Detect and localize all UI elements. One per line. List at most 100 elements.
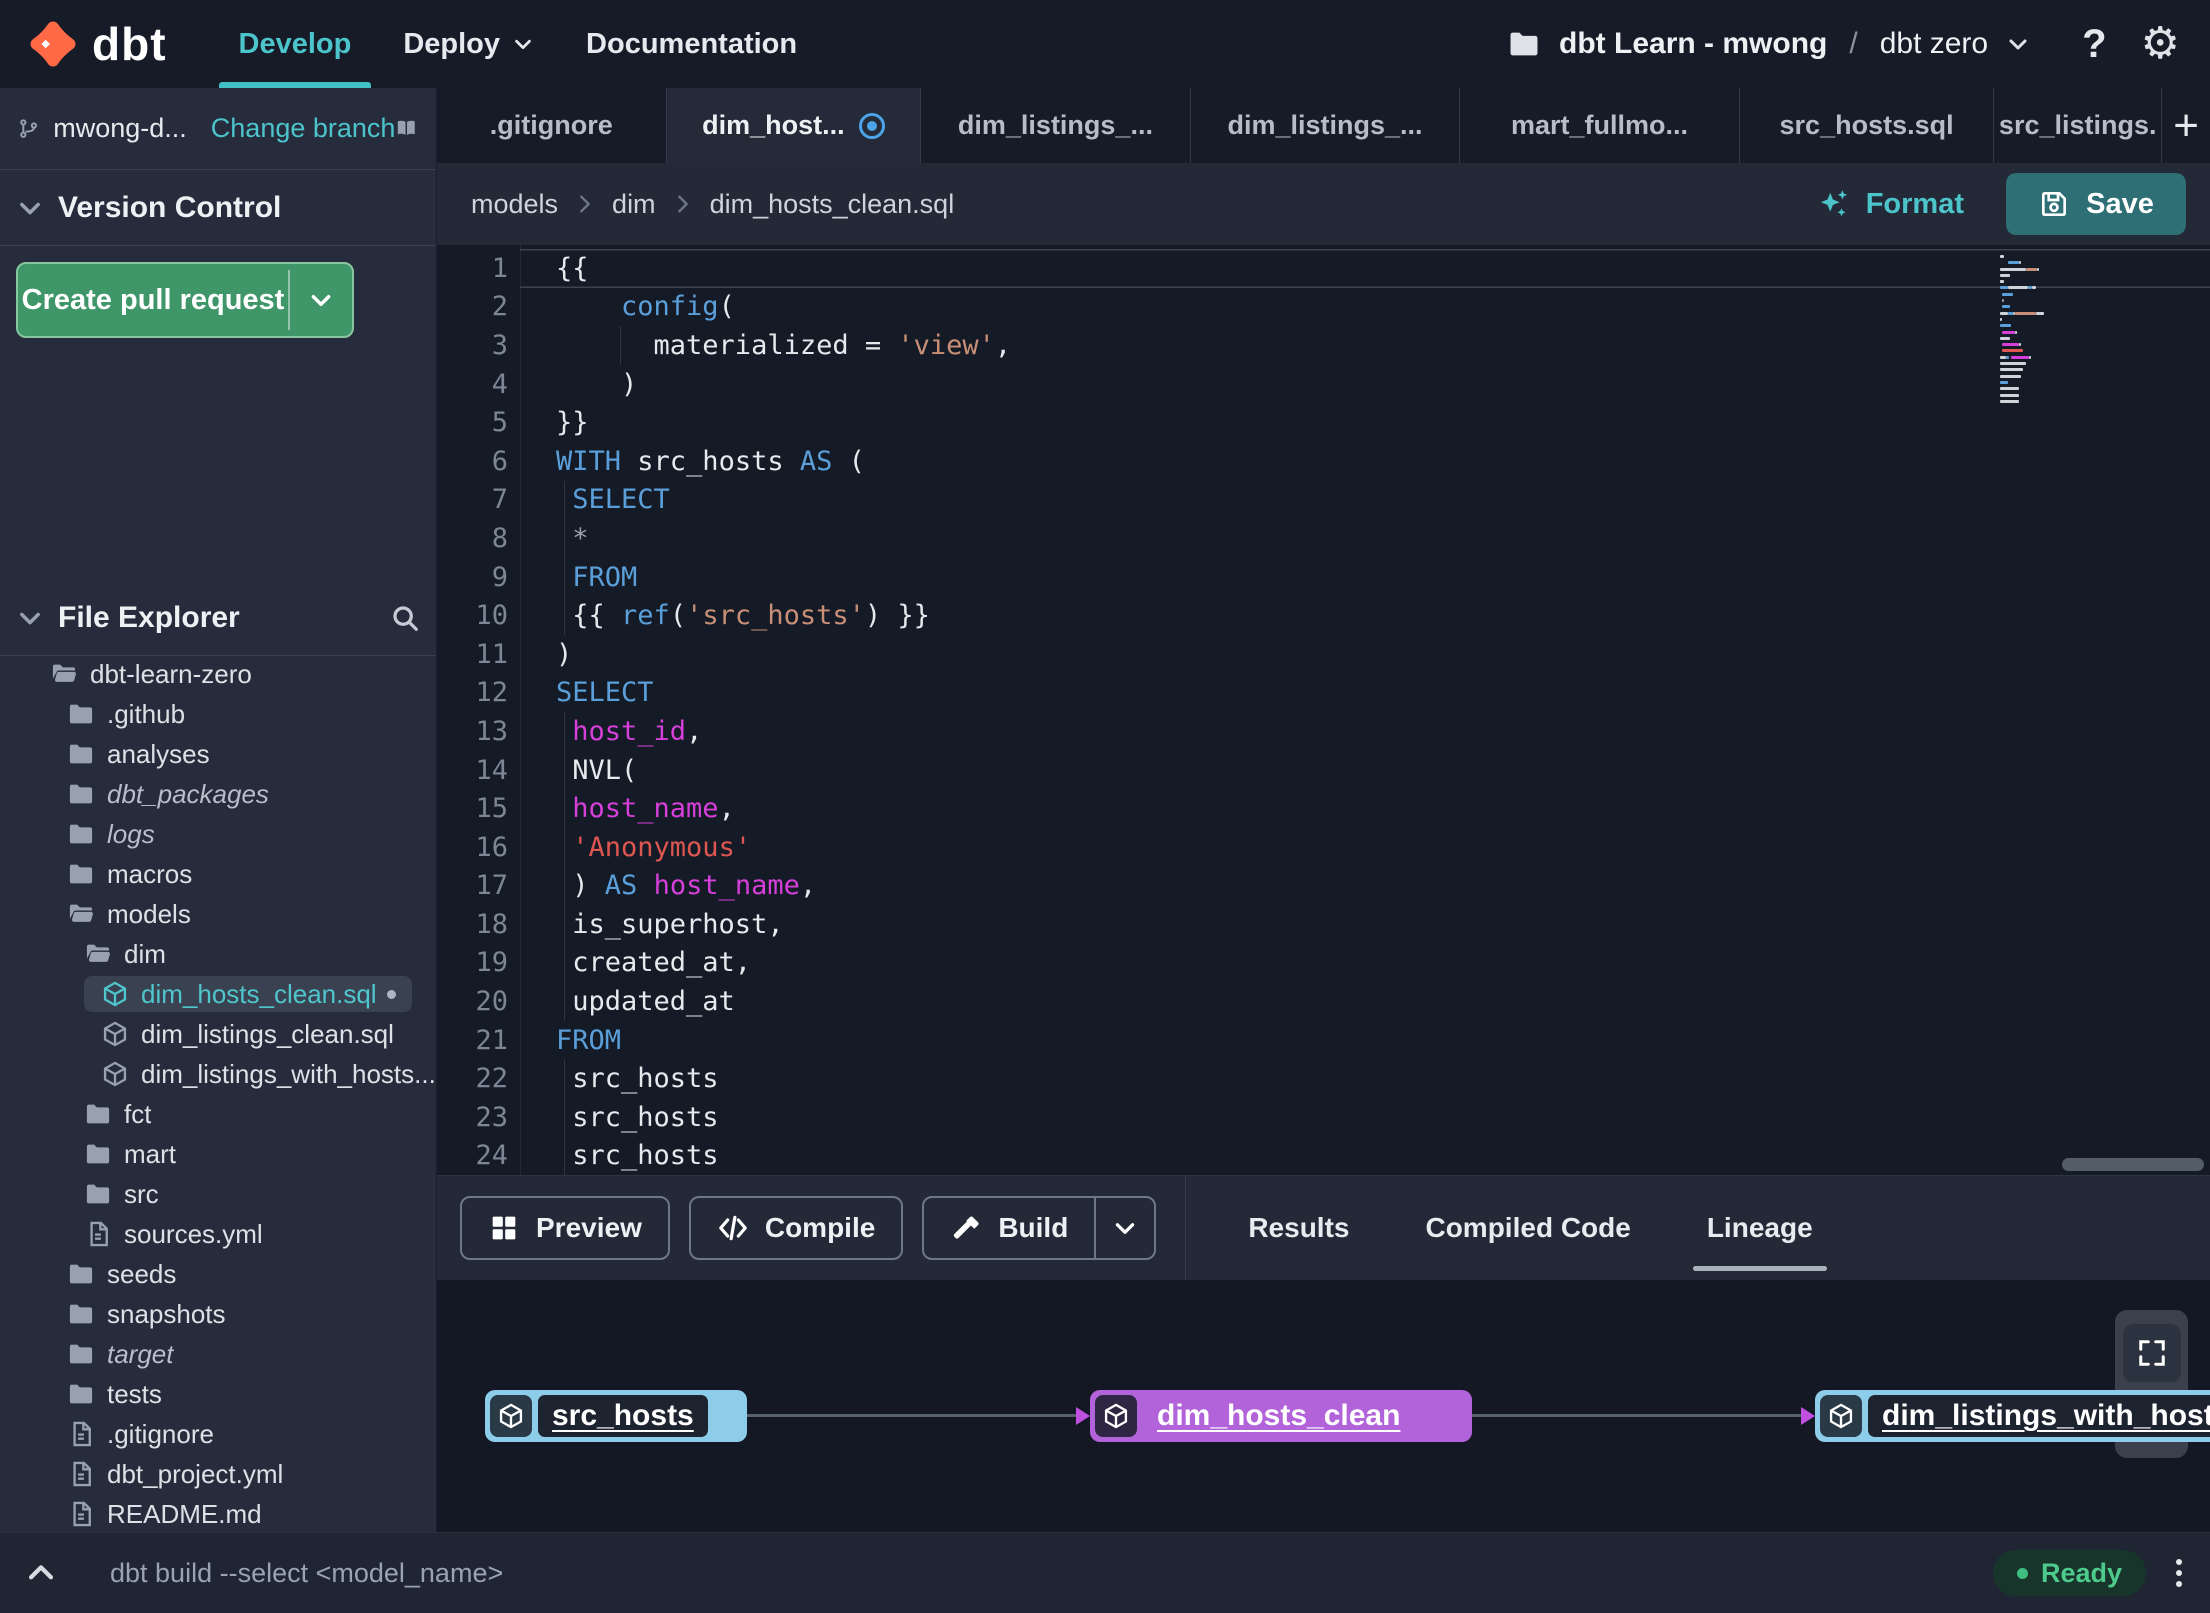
build-button[interactable]: Build <box>922 1196 1157 1260</box>
code-line[interactable]: 1 {{ <box>437 249 2210 288</box>
file-explorer-header[interactable]: File Explorer <box>0 580 436 656</box>
file-tree-item[interactable]: macros <box>0 854 436 894</box>
editor-tab[interactable]: dim_listings_... <box>1191 88 1461 163</box>
kebab-menu-icon[interactable] <box>2172 1555 2186 1591</box>
file-tree-item[interactable]: logs <box>0 814 436 854</box>
code-line[interactable]: 5}} <box>437 403 2210 442</box>
file-tree-item[interactable]: models <box>0 894 436 934</box>
code-line[interactable]: 9 FROM <box>437 557 2210 597</box>
lineage-panel[interactable]: src_hosts dim_hosts_clean dim_listings_wit… <box>437 1280 2210 1532</box>
indent-guide <box>564 1136 565 1175</box>
save-button[interactable]: Save <box>2006 173 2186 235</box>
file-tree-item[interactable]: dim <box>0 934 436 974</box>
code-line[interactable]: 6 WITH src_hosts AS ( <box>437 442 2210 481</box>
file-tree-item[interactable]: snapshots <box>0 1294 436 1334</box>
help-icon[interactable]: ? <box>2082 22 2106 67</box>
chevron-down-icon[interactable] <box>16 604 44 632</box>
new-tab-button[interactable]: + <box>2162 88 2210 163</box>
environment-name[interactable]: dbt zero <box>1880 27 1988 61</box>
code-token: SELECT <box>556 677 654 709</box>
lineage-node[interactable]: src_hosts <box>485 1390 747 1442</box>
code-line[interactable]: 14 NVL( <box>437 750 2210 790</box>
file-tree-item[interactable]: dbt_packages <box>0 774 436 814</box>
code-line[interactable]: 21 FROM <box>437 1021 2210 1060</box>
tab-lineage[interactable]: Lineage <box>1692 1176 1827 1280</box>
editor-tab[interactable]: src_hosts.sql <box>1740 88 1995 163</box>
editor-tab[interactable]: src_listings. <box>1994 88 2163 163</box>
chevron-down-icon[interactable] <box>1096 1198 1154 1258</box>
fullscreen-icon[interactable] <box>2122 1324 2181 1382</box>
tab-compiled-code[interactable]: Compiled Code <box>1425 1176 1630 1280</box>
code-line[interactable]: 18 is_superhost, <box>437 905 2210 944</box>
editor-tab[interactable]: dim_listings_... <box>921 88 1191 163</box>
file-tree-item[interactable]: dbt-learn-zero <box>0 654 436 694</box>
file-tree-item[interactable]: mart <box>0 1134 436 1174</box>
code-line[interactable]: 19 created_at, <box>437 943 2210 983</box>
code-line[interactable]: 23 src_hosts <box>437 1098 2210 1137</box>
minimap[interactable] <box>2000 255 2062 406</box>
code-area[interactable]: 1{{2 config(3 materialized = 'view', 4 ) 5… <box>437 245 2210 1175</box>
code-line[interactable]: 7 SELECT <box>437 480 2210 520</box>
chevron-down-icon[interactable] <box>16 194 44 222</box>
nav-item-develop[interactable]: Develop <box>213 0 378 88</box>
file-tree-item[interactable]: target <box>0 1334 436 1374</box>
code-line[interactable]: 22 src_hosts <box>437 1059 2210 1099</box>
code-line[interactable]: 13 host_id, <box>437 712 2210 751</box>
code-line[interactable]: 15 host_name, <box>437 789 2210 828</box>
code-line[interactable]: 12 SELECT <box>437 674 2210 713</box>
file-tree-item[interactable]: seeds <box>0 1254 436 1294</box>
gear-icon[interactable]: ⚙ <box>2141 22 2180 66</box>
lineage-node[interactable]: dim_hosts_clean <box>1090 1390 1472 1442</box>
code-line[interactable]: 16 'Anonymous' <box>437 827 2210 867</box>
breadcrumb-item[interactable]: dim <box>612 189 656 220</box>
code-line[interactable]: 3 materialized = 'view', <box>437 326 2210 365</box>
command-hint[interactable]: dbt build --select <model_name> <box>110 1558 503 1589</box>
button-label: Compile <box>764 1212 876 1243</box>
editor-tab[interactable]: mart_fullmo... <box>1460 88 1740 163</box>
editor-tab[interactable]: .gitignore <box>437 88 667 163</box>
code-line[interactable]: 11) <box>437 635 2210 674</box>
code-line[interactable]: 17 ) AS host_name, <box>437 866 2210 906</box>
file-tree-item[interactable]: fct <box>0 1094 436 1134</box>
code-line[interactable]: 2 config( <box>437 288 2210 327</box>
dbt-logo[interactable]: dbt <box>26 17 167 71</box>
change-branch-link[interactable]: Change branch <box>211 113 396 144</box>
nav-item-deploy[interactable]: Deploy <box>377 0 560 88</box>
file-tree-item[interactable]: dim_listings_clean.sql <box>0 1014 436 1054</box>
file-tree-item[interactable]: dim_hosts_clean.sql <box>0 974 436 1014</box>
file-tree-item[interactable]: dbt_project.yml <box>0 1454 436 1494</box>
chevron-down-icon[interactable] <box>290 264 352 336</box>
chevron-up-icon[interactable] <box>24 1556 58 1590</box>
code-line[interactable]: 10 {{ ref('src_hosts') }} <box>437 596 2210 635</box>
tab-results[interactable]: Results <box>1248 1176 1349 1280</box>
breadcrumb-item[interactable]: dim_hosts_clean.sql <box>710 189 955 220</box>
compile-button[interactable]: Compile <box>688 1196 904 1260</box>
file-tree-item[interactable]: dim_listings_with_hosts... <box>0 1054 436 1094</box>
code-line[interactable]: 24 src_hosts <box>437 1136 2210 1175</box>
code-line[interactable]: 4 ) <box>437 365 2210 404</box>
code-token: host_name <box>653 870 800 902</box>
search-icon[interactable] <box>390 603 420 633</box>
file-tree-item[interactable]: src <box>0 1174 436 1214</box>
file-tree-item[interactable]: .gitignore <box>0 1414 436 1454</box>
format-button[interactable]: Format <box>1816 186 1964 222</box>
preview-button[interactable]: Preview <box>460 1196 670 1260</box>
editor-tab[interactable]: dim_host... <box>666 88 922 163</box>
book-icon[interactable] <box>395 112 418 146</box>
file-tree-item[interactable]: sources.yml <box>0 1214 436 1254</box>
project-name[interactable]: dbt Learn - mwong <box>1559 27 1827 61</box>
file-tree-item[interactable]: analyses <box>0 734 436 774</box>
lineage-node[interactable]: dim_listings_with_hosts <box>1815 1390 2210 1442</box>
file-tree-item[interactable]: .github <box>0 694 436 734</box>
horizontal-scrollbar[interactable] <box>2062 1158 2204 1171</box>
file-tree-item[interactable]: README.md <box>0 1494 436 1532</box>
nav-item-documentation[interactable]: Documentation <box>560 0 823 88</box>
code-editor[interactable]: 1{{2 config(3 materialized = 'view', 4 ) 5… <box>437 245 2210 1175</box>
code-line[interactable]: 8 * <box>437 519 2210 558</box>
version-control-header[interactable]: Version Control <box>0 170 436 246</box>
file-tree-item[interactable]: tests <box>0 1374 436 1414</box>
code-line[interactable]: 20 updated_at <box>437 982 2210 1021</box>
create-pull-request-button[interactable]: Create pull request <box>16 262 354 338</box>
breadcrumb-item[interactable]: models <box>471 189 558 220</box>
chevron-down-icon[interactable] <box>2006 32 2030 56</box>
